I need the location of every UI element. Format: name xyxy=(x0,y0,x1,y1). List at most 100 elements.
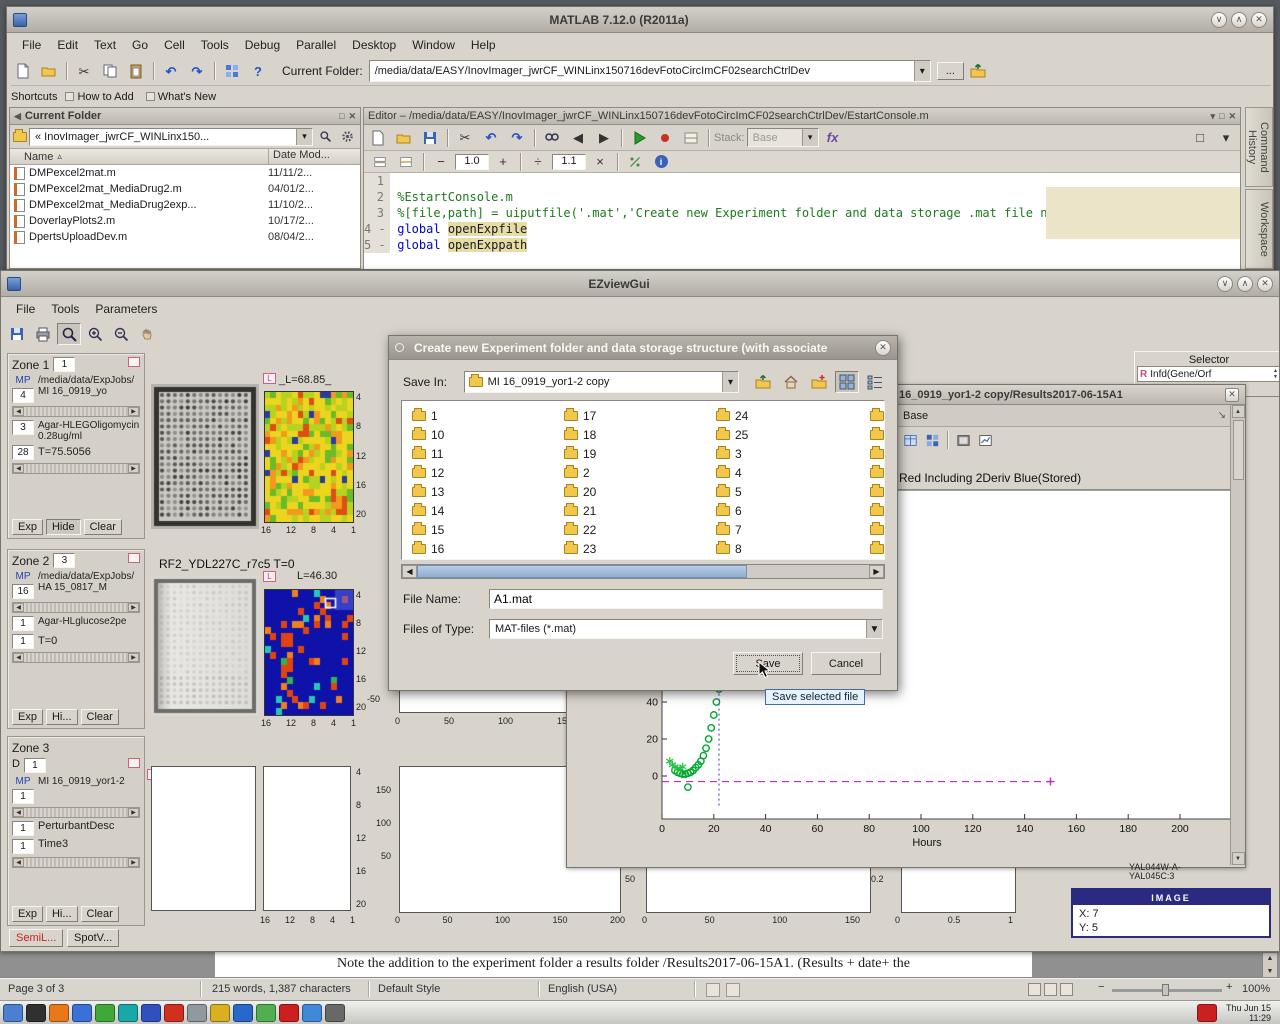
scroll-up-icon[interactable]: ▲ xyxy=(1232,405,1245,418)
zone1-time-num[interactable]: 28 xyxy=(12,445,34,460)
menu-item[interactable]: Go xyxy=(125,35,155,55)
find-icon[interactable] xyxy=(540,127,564,149)
new-folder-button[interactable] xyxy=(807,371,831,393)
zoom-select-icon[interactable] xyxy=(57,323,81,345)
run-button[interactable] xyxy=(627,127,651,149)
dropdown-icon[interactable]: ▾ xyxy=(296,129,312,145)
zone3-scrollbar[interactable]: ◀▶ xyxy=(12,807,140,818)
scroll-left-icon[interactable]: ◀ xyxy=(13,808,24,817)
scroll-right-icon[interactable]: ▶ xyxy=(128,603,139,612)
taskbar-app-icon[interactable] xyxy=(26,1004,46,1022)
save-in-combobox[interactable]: MI 16_0919_yor1-2 copy ▾ xyxy=(464,371,739,393)
page-style[interactable]: Default Style xyxy=(378,983,440,995)
folder-item[interactable]: 11 xyxy=(412,444,444,463)
zone3-clear-button[interactable]: Clear xyxy=(81,906,119,922)
taskbar-clock[interactable]: Thu Jun 15 11:29 xyxy=(1220,1003,1277,1023)
compare-icon[interactable] xyxy=(623,153,647,171)
zone3-num-field[interactable]: 1 xyxy=(12,789,34,804)
files-type-combobox[interactable]: MAT-files (*.mat) ▼ xyxy=(489,619,883,639)
editor-redo-button[interactable]: ↷ xyxy=(505,127,529,149)
editor-cut-button[interactable]: ✂ xyxy=(453,127,477,149)
spotview-button[interactable]: SpotV... xyxy=(67,929,119,947)
file-row[interactable]: DMPexcel2mat.m 11/11/2... xyxy=(10,165,360,181)
editor-save-button[interactable] xyxy=(418,127,442,149)
minimize-button[interactable]: ∨ xyxy=(1211,12,1227,28)
multi-page-view-icon[interactable] xyxy=(1044,983,1057,996)
zoom-percent[interactable]: 100% xyxy=(1242,983,1270,995)
results-vscrollbar[interactable]: ▲ ▼ xyxy=(1230,405,1245,865)
zone3-media-num[interactable]: 1 xyxy=(12,821,34,836)
tray-document-icon[interactable] xyxy=(1197,1004,1217,1022)
scroll-right-icon[interactable]: ▶ xyxy=(128,464,139,473)
back-icon[interactable]: ◀ xyxy=(566,127,590,149)
folder-item[interactable]: 7 xyxy=(716,520,748,539)
dock-left-icon[interactable]: ◀ xyxy=(14,111,21,122)
scroll-thumb[interactable] xyxy=(1233,420,1244,480)
taskbar-app-icon[interactable] xyxy=(325,1004,345,1022)
taskbar-app-icon[interactable] xyxy=(72,1004,92,1022)
scroll-down-icon[interactable]: ▼ xyxy=(1267,968,1274,975)
simulink-button[interactable] xyxy=(220,60,244,82)
file-row[interactable]: DpertsUploadDev.m 08/04/2... xyxy=(10,229,360,245)
zone2-scrollbar[interactable]: ◀▶ xyxy=(12,602,140,613)
folder-item[interactable]: 15 xyxy=(412,520,444,539)
zone3-page-spinner[interactable]: 1 xyxy=(24,758,46,773)
undock-icon[interactable]: □ xyxy=(339,111,344,121)
zone2-exp-button[interactable]: Exp xyxy=(12,709,43,725)
breadcrumb[interactable]: « InovImager_jwrCF_WINLinx150... ▾ xyxy=(29,128,313,146)
zoom-in-button[interactable]: + xyxy=(1226,982,1232,993)
list-view-button[interactable] xyxy=(835,371,859,393)
zone1-media-num[interactable]: 3 xyxy=(12,420,34,435)
new-file-button[interactable] xyxy=(11,60,35,82)
editor-close-icon[interactable]: ✕ xyxy=(1228,111,1236,122)
side-tab[interactable]: Command History xyxy=(1245,107,1273,187)
menu-item[interactable]: Desktop xyxy=(345,35,403,55)
zone2-frame-icon[interactable] xyxy=(128,553,140,563)
editor-new-button[interactable] xyxy=(366,127,390,149)
close-button[interactable]: ✕ xyxy=(1257,276,1273,292)
folder-item[interactable]: 10 xyxy=(412,425,444,444)
zone1-scrollbar2[interactable]: ◀▶ xyxy=(12,463,140,474)
plate-image-zone1[interactable] xyxy=(151,384,259,529)
insert-cell-icon[interactable] xyxy=(368,153,392,171)
print-icon[interactable] xyxy=(31,323,55,345)
scroll-right-icon[interactable]: ▶ xyxy=(128,858,139,867)
matlab-titlebar[interactable]: MATLAB 7.12.0 (R2011a) ∨ ∧ ✕ xyxy=(7,7,1273,33)
panel-close-icon[interactable]: ✕ xyxy=(348,111,356,122)
multiplier-field[interactable]: 1.1 xyxy=(552,154,586,170)
folder-item[interactable]: 6 xyxy=(716,501,748,520)
cancel-button[interactable]: Cancel xyxy=(811,652,881,675)
zone2-hide-button[interactable]: Hi... xyxy=(46,709,78,725)
dialog-titlebar[interactable]: Create new Experiment folder and data st… xyxy=(389,336,897,360)
taskbar-app-icon[interactable] xyxy=(141,1004,161,1022)
redo-button[interactable]: ↷ xyxy=(185,60,209,82)
menu-item[interactable]: Tools xyxy=(194,35,236,55)
scroll-thumb[interactable] xyxy=(417,565,747,578)
increase-value-button[interactable]: + xyxy=(491,153,515,171)
scroll-left-icon[interactable]: ◀ xyxy=(13,603,24,612)
scroll-right-icon[interactable]: ▶ xyxy=(128,653,139,662)
grid-view-icon[interactable] xyxy=(922,431,942,449)
menu-item[interactable]: Parallel xyxy=(289,35,343,55)
taskbar-app-icon[interactable] xyxy=(118,1004,138,1022)
split-cell-icon[interactable] xyxy=(394,153,418,171)
folder-item[interactable]: 3 xyxy=(716,444,748,463)
save-icon[interactable] xyxy=(5,323,29,345)
folder-item[interactable]: 16 xyxy=(412,539,444,558)
folder-item[interactable]: 12 xyxy=(412,463,444,482)
file-list-header[interactable]: Name▵ Date Mod... xyxy=(10,149,360,165)
multiply-value-button[interactable]: × xyxy=(588,153,612,171)
cell-mode-icon[interactable] xyxy=(679,127,703,149)
scroll-left-icon[interactable]: ◀ xyxy=(13,858,24,867)
col-name[interactable]: Name xyxy=(24,151,53,163)
book-view-icon[interactable] xyxy=(1060,983,1073,996)
zone1-num-field[interactable]: 4 xyxy=(12,388,34,403)
selector-row[interactable]: Infd(Gene/Orf xyxy=(1150,369,1270,380)
maximize-button[interactable]: ∧ xyxy=(1237,276,1253,292)
insert-mode-icon[interactable] xyxy=(706,983,720,997)
help-button[interactable]: ? xyxy=(246,60,270,82)
image-view-icon[interactable] xyxy=(953,431,973,449)
folder-item[interactable]: 18 xyxy=(564,425,596,444)
taskbar-app-icon[interactable] xyxy=(49,1004,69,1022)
zone2-clear-button[interactable]: Clear xyxy=(81,709,119,725)
